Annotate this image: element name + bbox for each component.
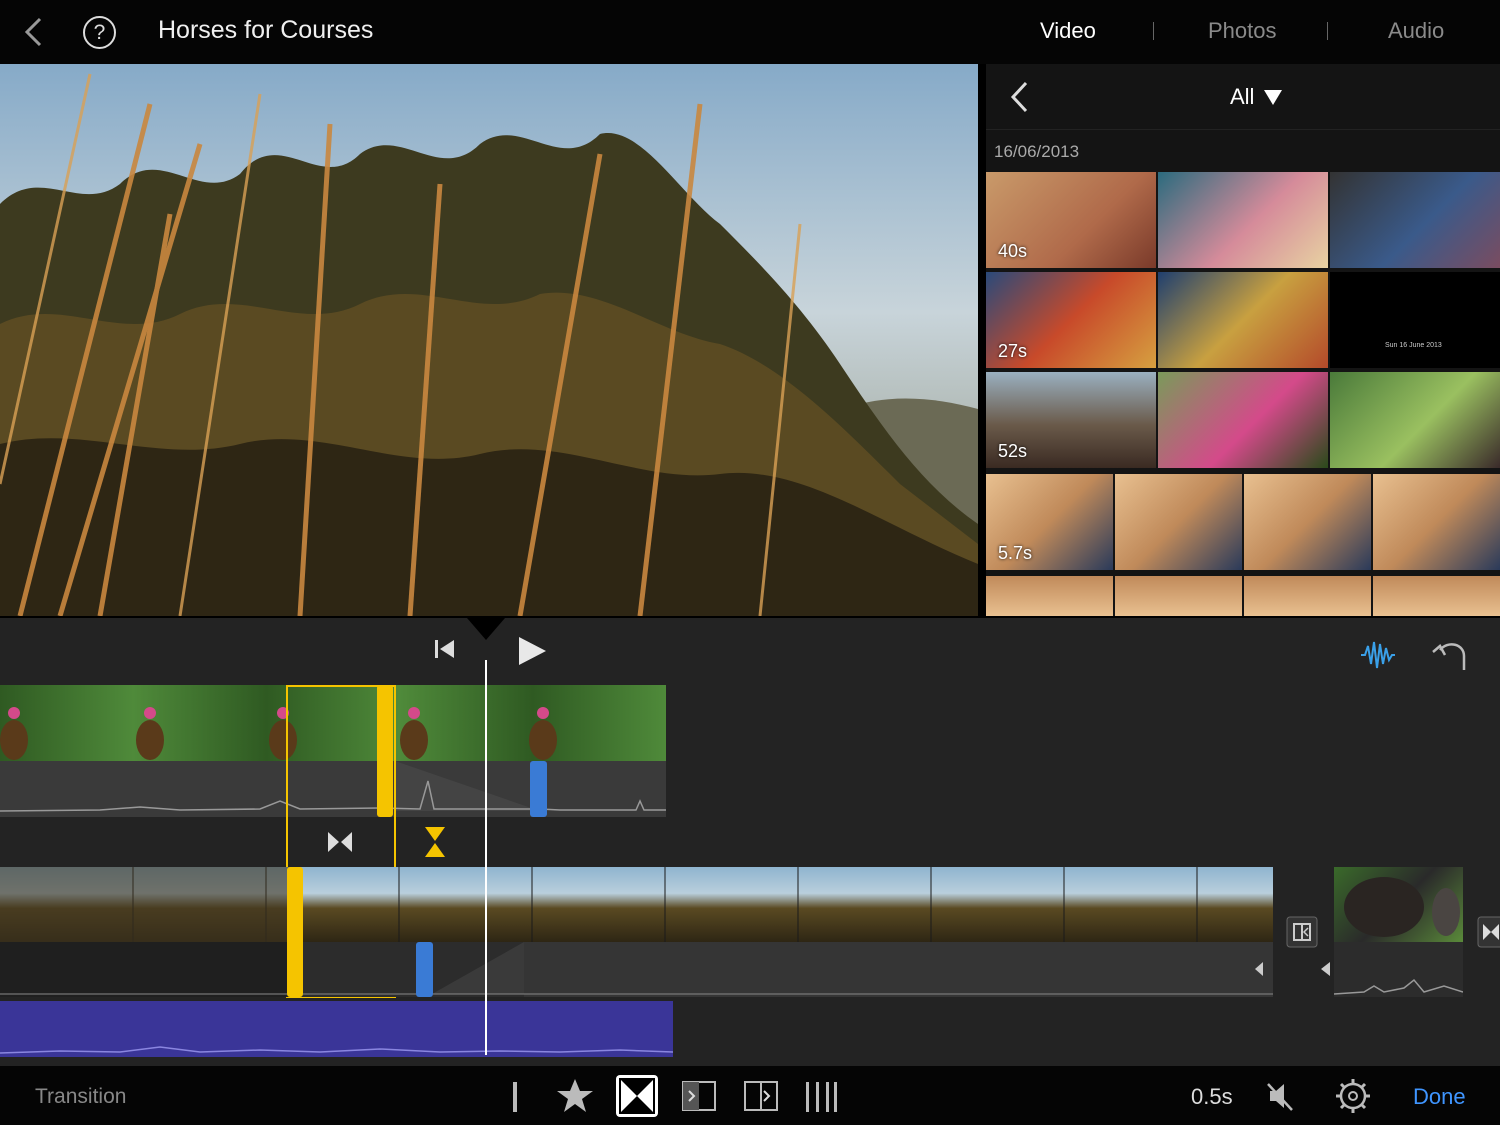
trim-handle-blue[interactable]	[530, 761, 547, 817]
date-group-label: 16/06/2013	[994, 142, 1080, 161]
mute-audio-icon[interactable]	[1262, 1076, 1302, 1116]
clip-item[interactable]: 52s	[986, 372, 1500, 470]
cross-dissolve-transition-icon[interactable]	[326, 830, 354, 854]
music-track[interactable]	[0, 1001, 674, 1057]
clip-duration: 40s	[998, 241, 1028, 261]
clip-item[interactable]: Sun 16 June 2013 27s	[986, 272, 1500, 370]
clip-audio-waveform	[0, 942, 1273, 997]
browser-back-chevron-icon[interactable]	[1008, 80, 1032, 114]
clip-start-marker-icon	[1321, 962, 1330, 976]
trim-handle-yellow[interactable]	[287, 867, 303, 997]
wipe-transition-icon[interactable]	[741, 1076, 781, 1116]
clip-item[interactable]: 5.7s	[986, 474, 1500, 572]
transition-slide-icon[interactable]	[1286, 916, 1318, 948]
no-transition-icon[interactable]	[496, 1076, 536, 1116]
slide-transition-icon[interactable]	[679, 1076, 719, 1116]
browser-header: All	[986, 64, 1500, 130]
clip-thumbnail	[1158, 172, 1328, 268]
timeline-clip-next[interactable]	[1334, 867, 1463, 942]
clip-item[interactable]	[986, 576, 1500, 616]
clip-thumbnail	[1158, 272, 1328, 368]
clip-audio-waveform	[1333, 942, 1464, 997]
trim-handle-blue[interactable]	[416, 942, 433, 997]
back-chevron-icon[interactable]	[20, 16, 48, 48]
preview-frame-image	[0, 64, 978, 616]
tab-photos[interactable]: Photos	[1208, 18, 1277, 44]
tab-divider	[1153, 22, 1154, 40]
tab-audio[interactable]: Audio	[1388, 18, 1444, 44]
clip-thumbnail	[1330, 372, 1500, 468]
settings-gear-icon[interactable]	[1333, 1076, 1373, 1116]
filter-dropdown[interactable]: All	[1230, 84, 1254, 110]
bottom-toolbar: Transition 0.5s Done	[0, 1066, 1500, 1125]
tab-divider	[1327, 22, 1328, 40]
dropdown-caret-icon[interactable]	[1264, 90, 1282, 105]
help-button[interactable]: ?	[83, 16, 116, 49]
title-card-text: Sun 16 June 2013	[1385, 342, 1442, 349]
clip-thumbnail	[1158, 372, 1328, 468]
top-bar: ? Horses for Courses Video Photos Audio	[0, 0, 1500, 64]
title-card-thumbnail: Sun 16 June 2013	[1330, 272, 1500, 368]
undo-icon[interactable]	[1430, 638, 1468, 672]
done-button[interactable]: Done	[1413, 1084, 1466, 1110]
fade-transition-icon[interactable]	[801, 1076, 841, 1116]
clip-thumbnail	[1373, 474, 1500, 570]
playhead-marker	[467, 618, 505, 640]
waveform-graphic	[0, 942, 1273, 997]
playhead-line[interactable]	[485, 660, 487, 1055]
play-icon[interactable]	[515, 634, 549, 668]
clip-thumbnail	[1115, 474, 1242, 570]
tab-video[interactable]: Video	[1040, 18, 1096, 44]
clip-duration: 5.7s	[998, 543, 1033, 563]
video-viewer[interactable]	[0, 64, 978, 616]
theme-star-icon[interactable]	[555, 1076, 595, 1116]
clip-thumbnail	[1373, 576, 1500, 616]
transition-duration-marker-icon[interactable]	[423, 826, 447, 858]
clip-thumbnail	[1115, 576, 1242, 616]
clip-filmstrip-image	[1344, 877, 1460, 937]
cross-dissolve-icon[interactable]	[615, 1074, 659, 1118]
skip-to-start-icon[interactable]	[432, 636, 458, 662]
inspector-mode-label: Transition	[35, 1085, 127, 1108]
project-title: Horses for Courses	[158, 16, 374, 44]
clip-duration: 52s	[998, 441, 1028, 461]
clip-thumbnail	[986, 576, 1113, 616]
audio-waveform-icon[interactable]	[1360, 638, 1396, 672]
media-browser: All 16/06/2013 40s Sun 16 June 2013 27s …	[986, 64, 1500, 616]
clip-item[interactable]: 40s	[986, 172, 1500, 270]
timeline[interactable]	[0, 618, 1500, 1066]
clip-filmstrip-image	[0, 867, 1198, 942]
clip-thumbnail	[1330, 172, 1500, 268]
clip-thumbnail	[1244, 474, 1371, 570]
waveform-graphic	[1333, 978, 1464, 995]
music-waveform-graphic	[0, 1046, 674, 1054]
transition-duration[interactable]: 0.5s	[1191, 1084, 1233, 1110]
transition-next-icon[interactable]	[1477, 916, 1500, 948]
clip-duration: 27s	[998, 341, 1028, 361]
clip-thumbnail	[1244, 576, 1371, 616]
timeline-clip-bamboo[interactable]	[0, 867, 1273, 942]
